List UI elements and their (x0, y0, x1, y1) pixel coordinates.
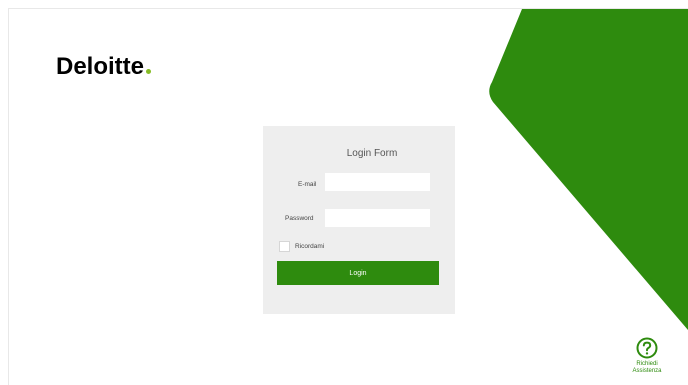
login-panel: Login Form E-mail Password Ricordami Log… (263, 126, 455, 314)
logo-text: Deloitte (56, 53, 145, 80)
email-field[interactable] (325, 173, 430, 191)
deloitte-logo: Deloitte (56, 52, 152, 82)
password-label: Password (285, 215, 314, 222)
logo-dot (146, 69, 152, 74)
email-label: E-mail (298, 181, 317, 188)
login-button[interactable]: Login (277, 261, 439, 285)
help-label-line1: Richiedi (636, 361, 658, 367)
help-label-line2: Assistenza (632, 368, 662, 374)
help-request-button[interactable]: Richiedi Assistenza (624, 337, 670, 375)
password-field[interactable] (325, 209, 430, 227)
login-form-title: Login Form (346, 148, 398, 159)
remember-me-checkbox[interactable] (279, 241, 290, 252)
question-circle-icon (636, 337, 658, 359)
remember-me-label: Ricordami (295, 243, 325, 250)
